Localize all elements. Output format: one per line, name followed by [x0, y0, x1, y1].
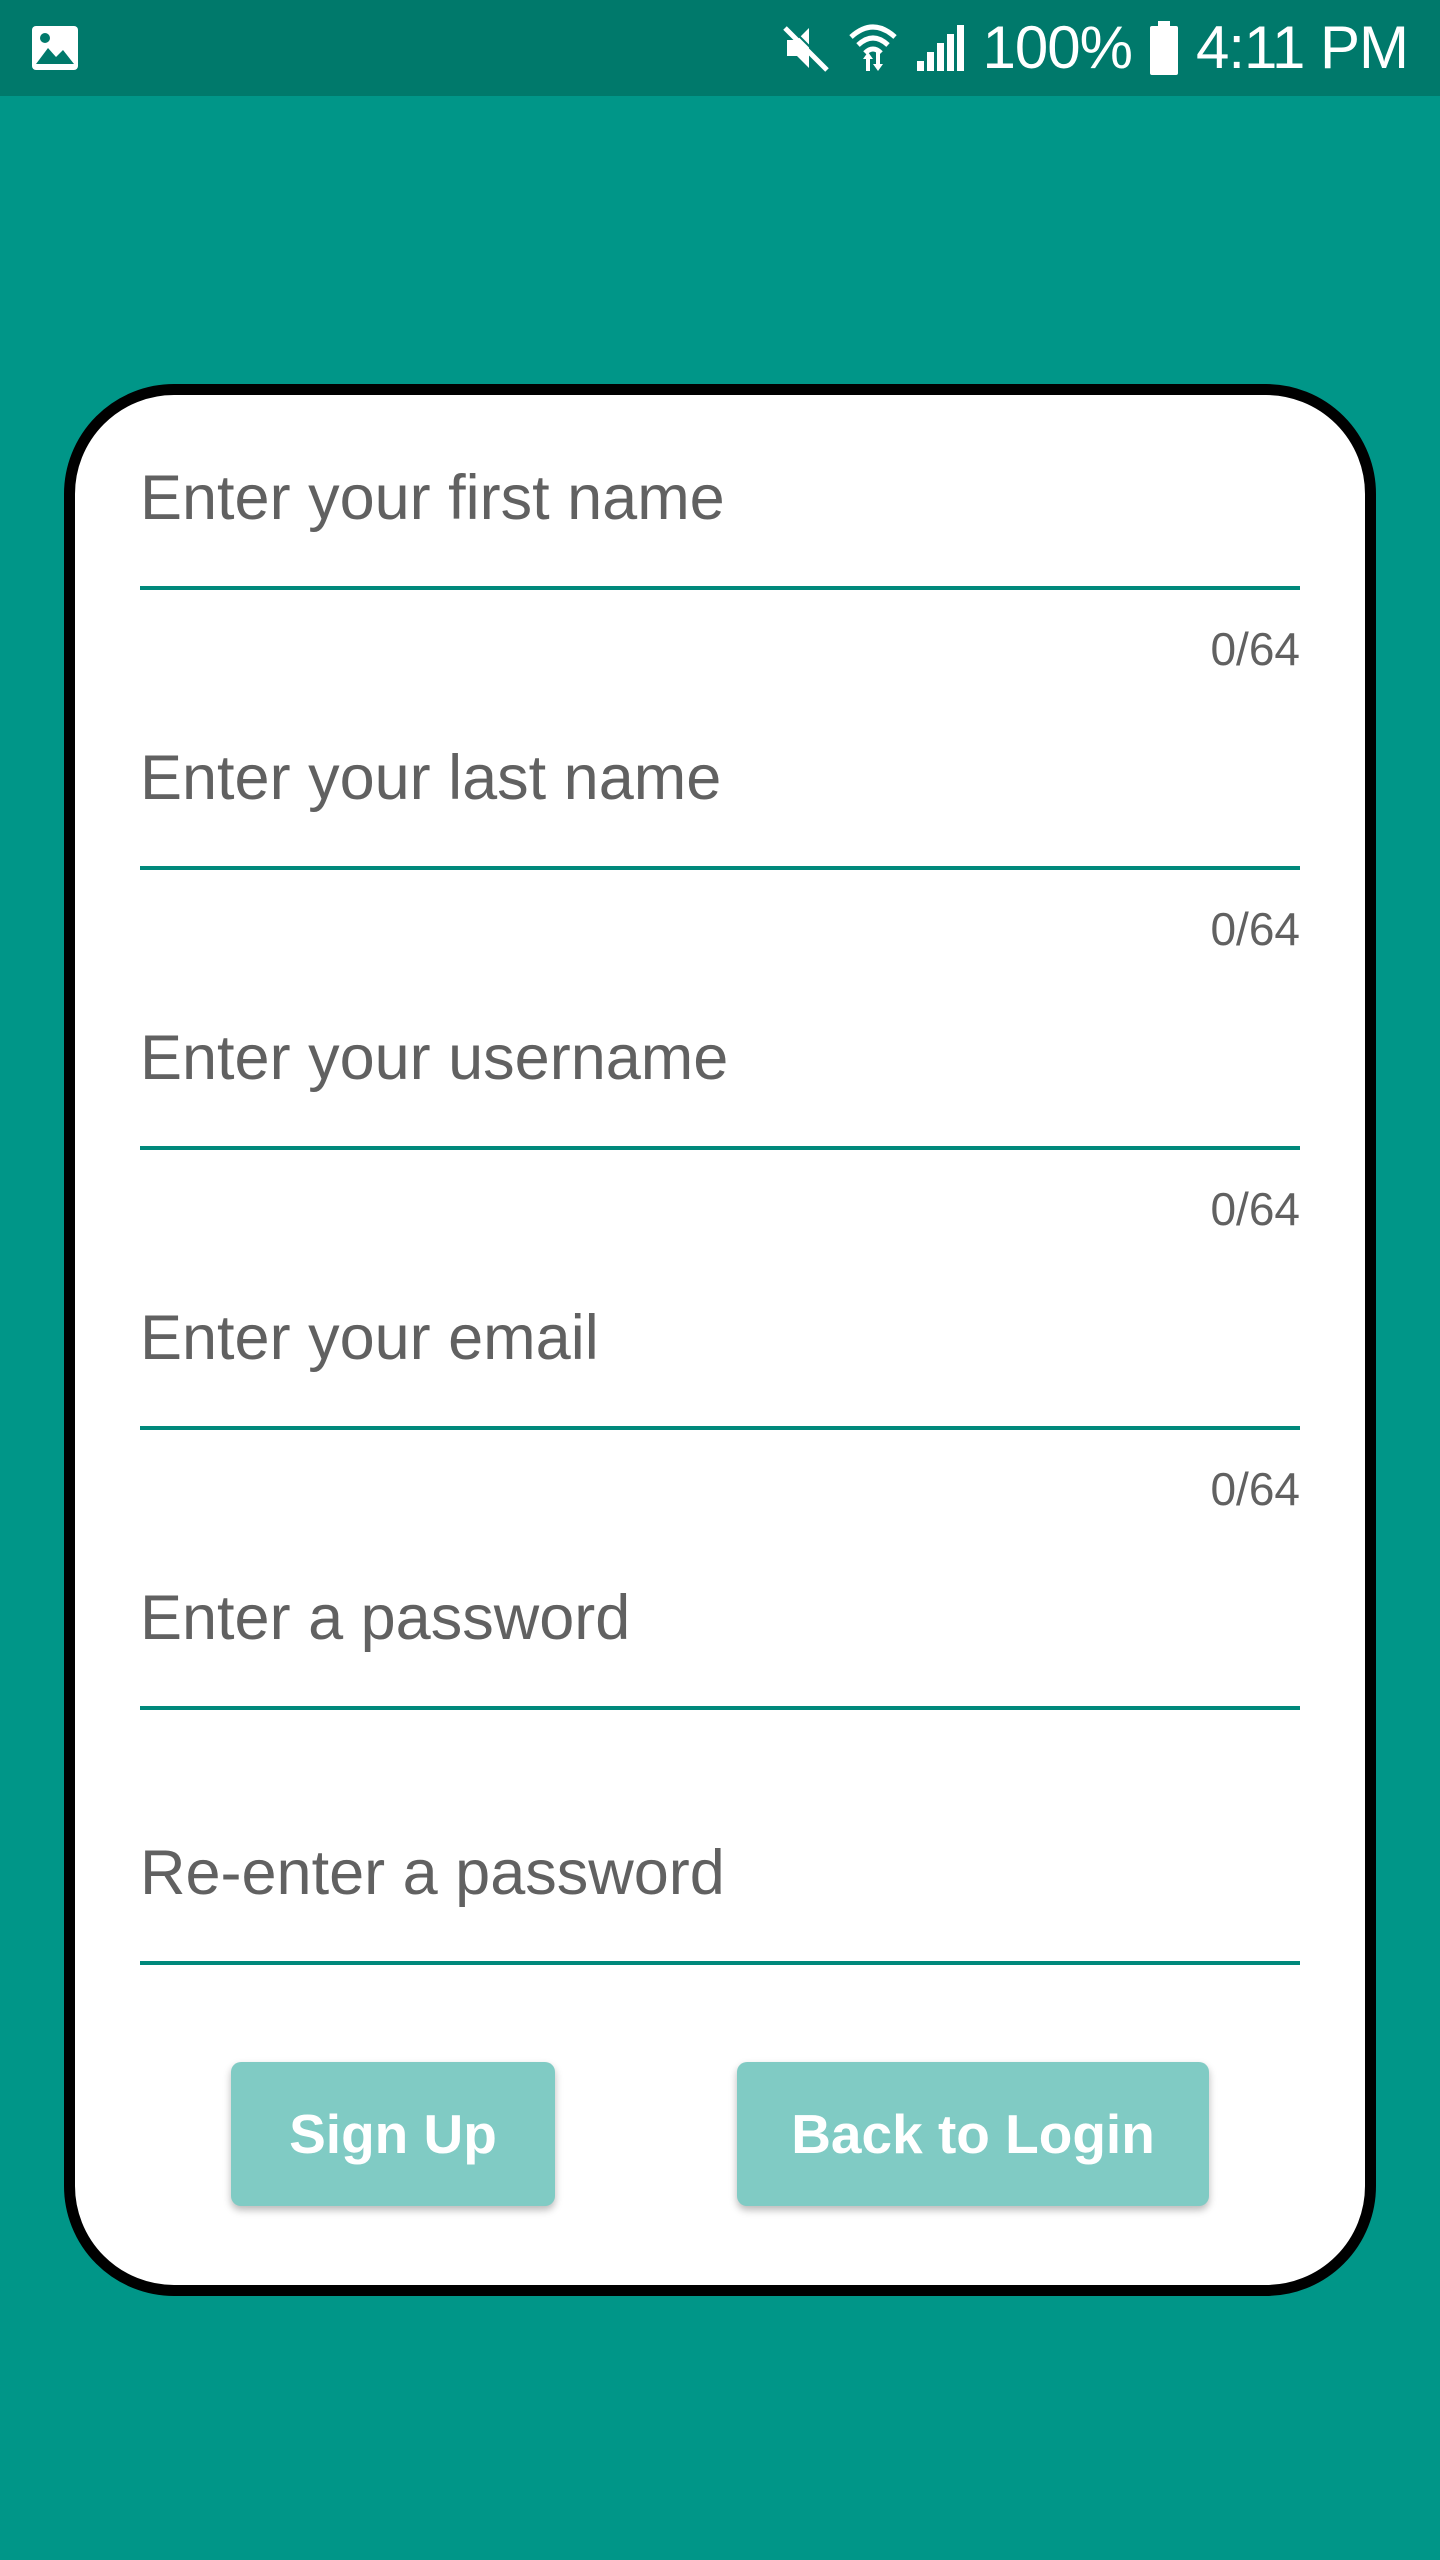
first-name-underline — [140, 586, 1300, 590]
last-name-input[interactable] — [140, 728, 1300, 828]
first-name-counter: 0/64 — [1210, 623, 1300, 675]
battery-percent: 100% — [982, 14, 1133, 81]
first-name-field: 0/64 — [140, 448, 1300, 675]
confirm-password-input[interactable] — [140, 1823, 1300, 1923]
first-name-input[interactable] — [140, 448, 1300, 548]
password-field — [140, 1568, 1300, 1710]
email-counter: 0/64 — [1210, 1463, 1300, 1515]
confirm-password-underline — [140, 1961, 1300, 1965]
email-field: 0/64 — [140, 1288, 1300, 1515]
password-input[interactable] — [140, 1568, 1300, 1668]
signup-card: 0/64 0/64 0/64 0/64 Sign Up Back to Logi… — [64, 384, 1376, 2296]
status-bar: 100% 4:11 PM — [0, 0, 1440, 96]
password-underline — [140, 1706, 1300, 1710]
email-underline — [140, 1426, 1300, 1430]
last-name-underline — [140, 866, 1300, 870]
back-to-login-button[interactable]: Back to Login — [737, 2062, 1209, 2206]
last-name-field: 0/64 — [140, 728, 1300, 955]
last-name-counter: 0/64 — [1210, 903, 1300, 955]
username-field: 0/64 — [140, 1008, 1300, 1235]
mute-icon — [781, 22, 831, 74]
wifi-icon — [848, 21, 897, 75]
sign-up-button[interactable]: Sign Up — [231, 2062, 555, 2206]
image-icon — [30, 24, 80, 72]
username-counter: 0/64 — [1210, 1183, 1300, 1235]
username-input[interactable] — [140, 1008, 1300, 1108]
status-indicators: 100% 4:11 PM — [781, 0, 1409, 96]
username-underline — [140, 1146, 1300, 1150]
email-input[interactable] — [140, 1288, 1300, 1388]
signal-icon — [915, 23, 965, 73]
battery-icon — [1150, 21, 1178, 75]
clock: 4:11 PM — [1196, 14, 1409, 81]
confirm-password-field — [140, 1823, 1300, 1965]
